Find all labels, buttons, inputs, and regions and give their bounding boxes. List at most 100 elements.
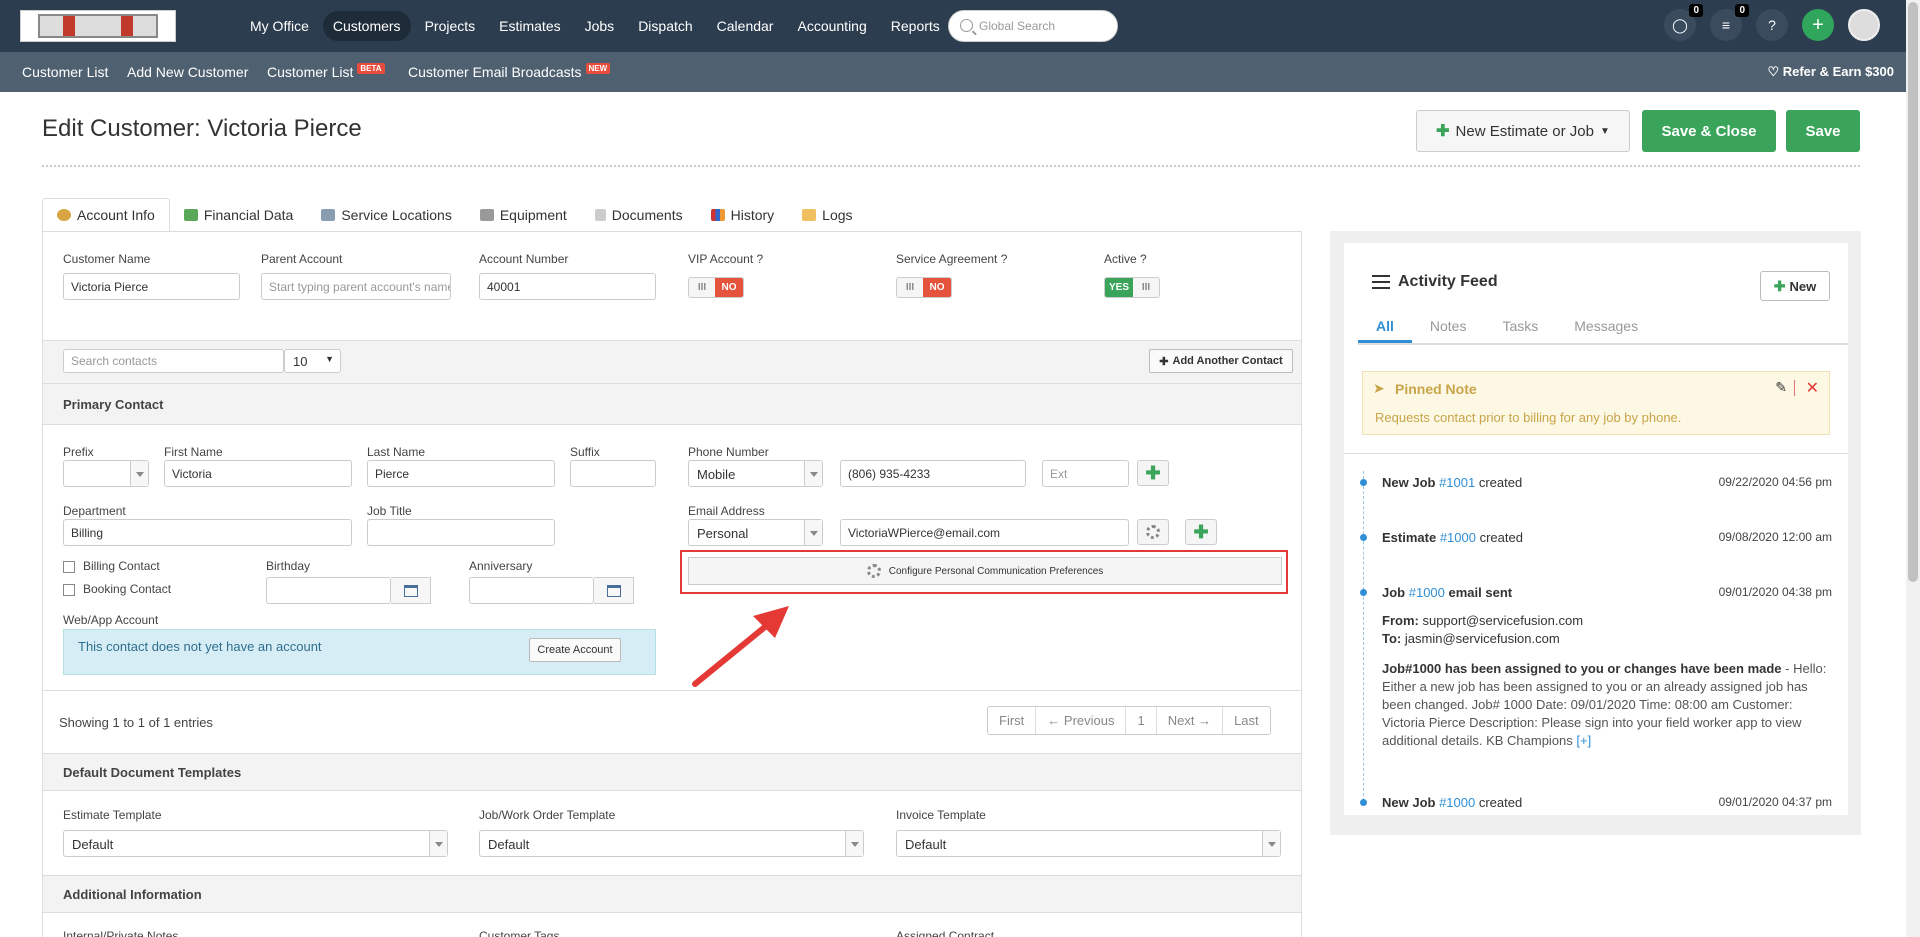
email-address-input[interactable]: VictoriaWPierce@email.com <box>840 519 1129 546</box>
active-toggle-knob: III <box>1133 278 1159 297</box>
activity-feed-header: Activity Feed <box>1372 273 1498 291</box>
email-type-select[interactable]: Personal <box>688 519 823 546</box>
global-search-input[interactable]: Global Search <box>948 10 1118 42</box>
create-account-button[interactable]: Create Account <box>529 638 621 662</box>
tab-financial-data[interactable]: Financial Data <box>170 198 308 232</box>
activity-tab-all[interactable]: All <box>1358 309 1412 343</box>
service-agreement-toggle[interactable]: III NO <box>896 277 952 298</box>
job-link[interactable]: #1000 <box>1409 585 1445 600</box>
subnav-customer-list-beta[interactable]: Customer List BETA <box>267 63 385 80</box>
booking-contact-label: Booking Contact <box>83 582 172 596</box>
envelope-icon <box>802 209 817 221</box>
phone-type-select[interactable]: Mobile <box>688 460 823 487</box>
activity-tab-messages[interactable]: Messages <box>1556 309 1656 343</box>
pager-previous[interactable]: ← Previous <box>1035 707 1125 734</box>
service-toggle-value: NO <box>923 278 951 297</box>
suffix-label: Suffix <box>570 445 600 459</box>
pager-last[interactable]: Last <box>1222 707 1270 734</box>
tab-history[interactable]: History <box>697 198 789 232</box>
nav-customers[interactable]: Customers <box>322 11 411 41</box>
anniversary-input[interactable] <box>469 577 594 604</box>
phone-ext-input[interactable]: Ext <box>1042 460 1129 487</box>
invoice-template-select[interactable]: Default <box>896 830 1281 857</box>
subnav-customer-list[interactable]: Customer List <box>22 64 108 80</box>
edit-pencil-icon[interactable]: ✎ <box>1775 379 1787 396</box>
pager-first[interactable]: First <box>988 707 1035 734</box>
caret-down-icon: ▼ <box>1599 125 1610 137</box>
refer-earn-link[interactable]: ♡ Refer & Earn $300 <box>1767 64 1894 80</box>
email-settings-button[interactable] <box>1137 519 1169 545</box>
quick-add-button[interactable]: + <box>1802 9 1834 41</box>
tab-service-locations[interactable]: Service Locations <box>307 198 466 232</box>
last-name-input[interactable]: Pierce <box>367 460 555 487</box>
booking-contact-checkbox[interactable] <box>63 584 75 596</box>
nav-reports[interactable]: Reports <box>881 11 950 41</box>
contacts-page-size-select[interactable]: 10 ▼ <box>284 349 341 373</box>
activity-tab-notes[interactable]: Notes <box>1412 309 1485 343</box>
header-actions: ◯ 0 ≡ 0 ? + <box>1664 4 1880 41</box>
tab-logs[interactable]: Logs <box>788 198 866 232</box>
job-template-select[interactable]: Default <box>479 830 864 857</box>
nav-calendar[interactable]: Calendar <box>707 11 784 41</box>
first-name-input[interactable]: Victoria <box>164 460 352 487</box>
chat-button[interactable]: ◯ 0 <box>1664 4 1703 41</box>
invoice-template-value: Default <box>905 837 947 852</box>
tab-documents[interactable]: Documents <box>581 198 697 232</box>
phone-number-input[interactable]: (806) 935-4233 <box>840 460 1026 487</box>
subnav-add-new-customer[interactable]: Add New Customer <box>127 64 248 80</box>
nav-projects[interactable]: Projects <box>415 11 486 41</box>
vip-account-label: VIP Account ? <box>688 252 764 266</box>
page-scrollbar[interactable] <box>1906 0 1920 937</box>
pager-page-1[interactable]: 1 <box>1125 707 1155 734</box>
customer-name-input[interactable]: Victoria Pierce <box>63 273 240 300</box>
add-phone-button[interactable]: ✚ <box>1137 460 1169 486</box>
scrollbar-thumb[interactable] <box>1908 2 1918 582</box>
save-close-button[interactable]: Save & Close <box>1642 110 1776 152</box>
activity-tab-tasks[interactable]: Tasks <box>1484 309 1556 343</box>
vip-account-toggle[interactable]: III NO <box>688 277 744 298</box>
add-another-contact-button[interactable]: ✚ Add Another Contact <box>1149 349 1293 373</box>
account-number-input[interactable]: 40001 <box>479 273 656 300</box>
help-button[interactable]: ? <box>1756 9 1788 41</box>
estimate-link[interactable]: #1000 <box>1440 530 1476 545</box>
nav-jobs[interactable]: Jobs <box>575 11 625 41</box>
birthday-input[interactable] <box>266 577 391 604</box>
estimate-template-select[interactable]: Default <box>63 830 448 857</box>
gear-icon <box>1146 525 1160 539</box>
department-input[interactable]: Billing <box>63 519 352 546</box>
tab-account-info[interactable]: Account Info <box>42 198 170 232</box>
job-link[interactable]: #1000 <box>1439 795 1475 810</box>
close-icon[interactable]: ✕ <box>1806 378 1819 398</box>
search-contacts-input[interactable]: Search contacts <box>63 349 284 373</box>
new-activity-button[interactable]: ✚ New <box>1760 271 1830 301</box>
pager-next[interactable]: Next → <box>1155 707 1222 734</box>
user-avatar[interactable] <box>1848 9 1880 41</box>
suffix-input[interactable] <box>570 460 656 487</box>
birthday-calendar-button[interactable] <box>391 577 431 604</box>
first-name-label: First Name <box>164 445 223 459</box>
job-title-input[interactable] <box>367 519 555 546</box>
anniversary-calendar-button[interactable] <box>594 577 634 604</box>
active-label: Active ? <box>1104 252 1147 266</box>
nav-accounting[interactable]: Accounting <box>787 11 876 41</box>
company-logo[interactable] <box>20 10 176 42</box>
tab-equipment[interactable]: Equipment <box>466 198 581 232</box>
new-estimate-or-job-button[interactable]: ✚ New Estimate or Job ▼ <box>1416 110 1630 152</box>
save-button[interactable]: Save <box>1786 110 1860 152</box>
event-date: 09/01/2020 04:37 pm <box>1718 795 1832 809</box>
expand-email-link[interactable]: [+] <box>1576 733 1591 748</box>
add-email-button[interactable]: ✚ <box>1185 519 1217 545</box>
nav-estimates[interactable]: Estimates <box>489 11 570 41</box>
billing-contact-checkbox[interactable] <box>63 561 75 573</box>
subnav-email-broadcasts[interactable]: Customer Email Broadcasts NEW <box>408 63 611 80</box>
list-icon: ≡ <box>1721 17 1731 33</box>
job-link[interactable]: #1001 <box>1439 475 1475 490</box>
parent-account-input[interactable]: Start typing parent account's name <box>261 273 451 300</box>
nav-dispatch[interactable]: Dispatch <box>628 11 702 41</box>
configure-preferences-button[interactable]: Configure Personal Communication Prefere… <box>688 557 1282 585</box>
task-list-button[interactable]: ≡ 0 <box>1710 4 1749 41</box>
nav-my-office[interactable]: My Office <box>240 11 319 41</box>
tab-documents-label: Documents <box>611 207 683 223</box>
active-toggle[interactable]: YES III <box>1104 277 1160 298</box>
prefix-select[interactable] <box>63 460 149 487</box>
